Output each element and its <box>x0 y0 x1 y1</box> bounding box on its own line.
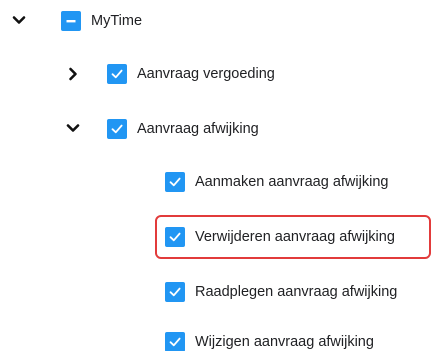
tree-node-wijzigen-aanvraag-afwijking[interactable]: Wijzigen aanvraag afwijking <box>165 331 374 351</box>
checkbox[interactable] <box>107 119 127 139</box>
tree-node-verwijderen-aanvraag-afwijking[interactable]: Verwijderen aanvraag afwijking <box>165 226 395 248</box>
tree-node-label: Aanvraag vergoeding <box>137 66 275 82</box>
checkbox[interactable] <box>165 227 185 247</box>
checkbox[interactable] <box>165 172 185 192</box>
tree-node-label: MyTime <box>91 13 143 29</box>
checkbox[interactable] <box>107 64 127 84</box>
chevron-down-icon[interactable] <box>12 13 26 27</box>
checkbox[interactable] <box>165 332 185 351</box>
tree-node-aanmaken-aanvraag-afwijking[interactable]: Aanmaken aanvraag afwijking <box>165 171 388 193</box>
chevron-down-icon[interactable] <box>66 121 80 135</box>
tree-node-label: Verwijderen aanvraag afwijking <box>195 229 395 245</box>
chevron-right-icon[interactable] <box>66 67 80 81</box>
tree-node-raadplegen-aanvraag-afwijking[interactable]: Raadplegen aanvraag afwijking <box>165 281 397 303</box>
tree-node-aanvraag-afwijking[interactable]: Aanvraag afwijking <box>107 118 259 140</box>
tree-node-label: Aanvraag afwijking <box>137 121 259 137</box>
tree-node-label: Raadplegen aanvraag afwijking <box>195 284 398 300</box>
tree-node-label: Wijzigen aanvraag afwijking <box>195 334 374 350</box>
indeterminate-checkbox[interactable] <box>61 11 81 31</box>
tree-node-mytime[interactable]: MyTime <box>61 10 142 32</box>
tree-node-aanvraag-vergoeding[interactable]: Aanvraag vergoeding <box>107 63 275 85</box>
checkbox[interactable] <box>165 282 185 302</box>
tree-node-label: Aanmaken aanvraag afwijking <box>195 174 389 190</box>
